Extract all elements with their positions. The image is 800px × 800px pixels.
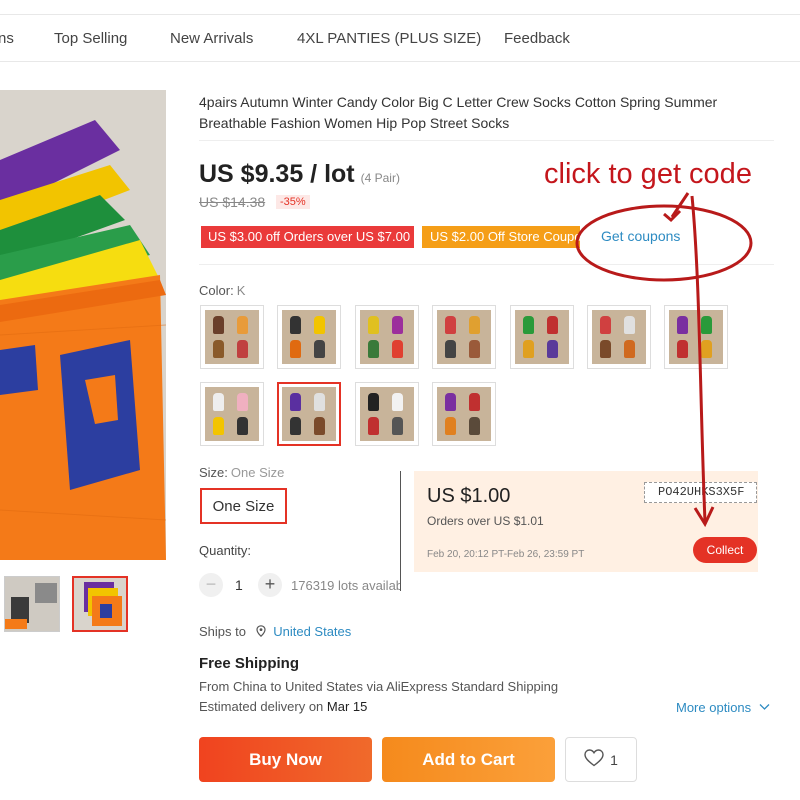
- collect-button[interactable]: Collect: [693, 537, 757, 563]
- annotation-arrowhead-short: [663, 209, 682, 223]
- swatch-image: [669, 310, 724, 364]
- color-swatch-3[interactable]: [354, 305, 419, 369]
- size-label: Size: One Size: [199, 465, 284, 480]
- swatch-image: [514, 310, 569, 364]
- color-swatch-6[interactable]: [587, 305, 651, 369]
- nav-item-top-selling[interactable]: Top Selling: [54, 30, 127, 47]
- annotation-arrow-short: [670, 192, 690, 218]
- quantity-available: 176319 lots available: [291, 578, 400, 593]
- swatch-image: [282, 387, 337, 441]
- more-options-label: More options: [676, 700, 752, 715]
- product-price: US $9.35 / lot (4 Pair): [199, 160, 400, 189]
- product-main-image[interactable]: [0, 90, 166, 560]
- price-unit: (4 Pair): [360, 171, 400, 185]
- size-label-text: Size:: [199, 465, 228, 480]
- coupon-code[interactable]: PO42UHKS3X5F: [644, 482, 757, 503]
- shipping-eta: Estimated delivery on Mar 15: [199, 699, 367, 714]
- shipping-title: Free Shipping: [199, 655, 300, 672]
- coupon-tag-store[interactable]: US $2.00 Off Store Coupon: [422, 226, 580, 248]
- more-options-link[interactable]: More options: [676, 700, 770, 715]
- ships-to-row: Ships to United States: [199, 624, 351, 639]
- coupon-tag-order[interactable]: US $3.00 off Orders over US $7.00: [201, 226, 414, 248]
- color-swatch-11[interactable]: [432, 382, 497, 446]
- nav-item-4xl-panties[interactable]: 4XL PANTIES (PLUS SIZE): [297, 30, 481, 47]
- nav-item-new-arrivals[interactable]: New Arrivals: [170, 30, 253, 47]
- shipping-route: From China to United States via AliExpre…: [199, 679, 559, 694]
- color-label-text: Color:: [199, 283, 234, 298]
- product-title: 4pairs Autumn Winter Candy Color Big C L…: [199, 94, 718, 131]
- size-selected-value: One Size: [230, 465, 285, 480]
- divider: [199, 264, 774, 265]
- color-swatch-1[interactable]: [200, 305, 264, 369]
- swatch-image: [359, 310, 414, 364]
- product-thumbnail-1[interactable]: [4, 576, 60, 632]
- shipping-eta-label: Estimated delivery on: [199, 699, 324, 714]
- color-label: Color: K: [199, 283, 245, 298]
- wishlist-button[interactable]: 1: [565, 737, 637, 782]
- nav-item-feedback[interactable]: Feedback: [504, 30, 570, 47]
- divider-line: [400, 471, 401, 591]
- coupon-validity-dates: Feb 20, 20:12 PT-Feb 26, 23:59 PT: [427, 549, 585, 560]
- coupon-condition: Orders over US $1.01: [427, 514, 544, 528]
- price-value: US $9.35 / lot: [199, 160, 355, 188]
- ships-to-label: Ships to: [199, 624, 246, 639]
- coupon-amount: US $1.00: [427, 485, 511, 507]
- heart-icon: [584, 749, 604, 770]
- discount-badge: -35%: [276, 195, 310, 209]
- swatch-image: [592, 310, 646, 364]
- color-swatch-7[interactable]: [664, 305, 729, 369]
- color-swatch-8[interactable]: [200, 382, 264, 446]
- color-swatch-4[interactable]: [432, 305, 497, 369]
- color-swatch-5[interactable]: [509, 305, 574, 369]
- color-swatch-2[interactable]: [277, 305, 342, 369]
- category-nav: ns Top Selling New Arrivals 4XL PANTIES …: [0, 14, 800, 62]
- nav-item-partial[interactable]: ns: [0, 30, 14, 47]
- product-thumbnail-2[interactable]: [72, 576, 128, 632]
- wishlist-count: 1: [610, 751, 618, 768]
- product-page: ns Top Selling New Arrivals 4XL PANTIES …: [0, 0, 800, 800]
- swatch-image: [205, 310, 259, 364]
- swatch-image: [282, 310, 337, 364]
- shipping-eta-date: Mar 15: [326, 699, 368, 714]
- swatch-image: [437, 387, 492, 441]
- buy-now-button[interactable]: Buy Now: [199, 737, 372, 782]
- coupon-code-panel: US $1.00 Orders over US $1.01 Feb 20, 20…: [414, 471, 758, 572]
- quantity-increment-button[interactable]: +: [258, 573, 282, 597]
- get-coupons-link[interactable]: Get coupons: [601, 228, 680, 244]
- location-pin-icon: [256, 624, 266, 639]
- annotation-text: click to get code: [544, 158, 752, 190]
- chevron-down-icon: [755, 700, 770, 715]
- add-to-cart-button[interactable]: Add to Cart: [382, 737, 555, 782]
- swatch-image: [205, 387, 259, 441]
- quantity-decrement-button[interactable]: −: [199, 573, 223, 597]
- divider: [199, 140, 774, 141]
- color-swatch-9[interactable]: [277, 382, 342, 446]
- swatch-image: [437, 310, 492, 364]
- size-option-one-size[interactable]: One Size: [200, 488, 287, 524]
- quantity-label: Quantity:: [199, 543, 252, 558]
- quantity-value[interactable]: 1: [235, 577, 243, 593]
- original-price: US $14.38: [199, 194, 266, 210]
- ships-to-country-link[interactable]: United States: [273, 624, 351, 639]
- swatch-image: [359, 387, 414, 441]
- color-swatch-10[interactable]: [354, 382, 419, 446]
- color-selected-value: K: [236, 283, 246, 298]
